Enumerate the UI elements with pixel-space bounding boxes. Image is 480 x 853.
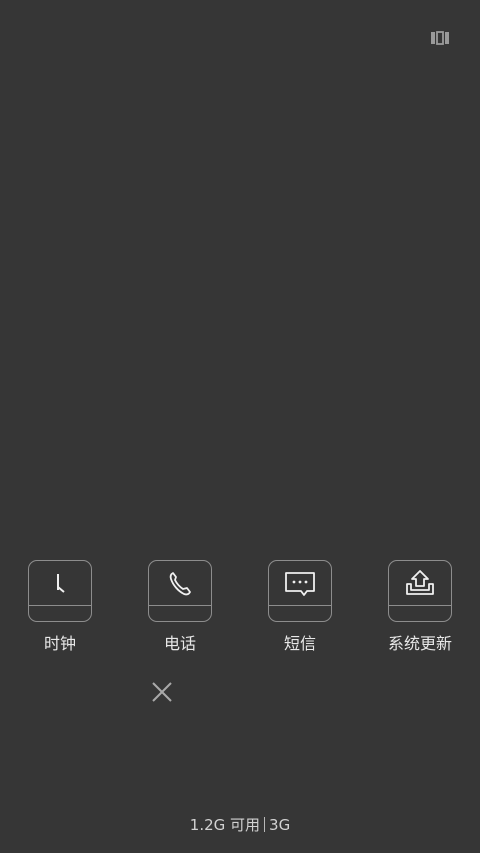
memory-status: 1.2G 可用 3G (0, 815, 480, 835)
memory-total: 3G (269, 816, 291, 834)
app-label: 短信 (283, 634, 316, 653)
card-divider (29, 605, 91, 606)
card-divider (389, 605, 451, 606)
recent-app-system-update[interactable]: 系统更新 (375, 560, 465, 654)
card-divider (269, 605, 331, 606)
app-card[interactable] (268, 560, 332, 622)
update-icon (406, 570, 434, 595)
task-manager-icon (431, 31, 449, 45)
app-label: 电话 (163, 634, 196, 653)
memory-separator (264, 817, 266, 832)
recent-app-clock[interactable]: 时钟 (15, 560, 105, 654)
recent-app-messages[interactable]: 短信 (255, 560, 345, 654)
task-manager-button[interactable] (428, 28, 452, 48)
app-card[interactable] (28, 560, 92, 622)
card-divider (149, 605, 211, 606)
app-card[interactable] (388, 560, 452, 622)
clear-all-button[interactable] (150, 680, 174, 704)
app-label: 系统更新 (387, 634, 452, 653)
app-card[interactable] (148, 560, 212, 622)
recent-apps-row: 时钟 电话 短信 系统更新 (0, 560, 480, 660)
recent-apps-screen: 时钟 电话 短信 系统更新 1.2G 可用 3G (0, 0, 480, 853)
clock-icon (57, 574, 65, 593)
recent-app-phone[interactable]: 电话 (135, 560, 225, 654)
memory-available: 1.2G 可用 (189, 816, 261, 834)
message-icon (285, 572, 315, 596)
app-label: 时钟 (43, 634, 76, 653)
close-icon (152, 682, 172, 702)
phone-icon (169, 572, 191, 596)
